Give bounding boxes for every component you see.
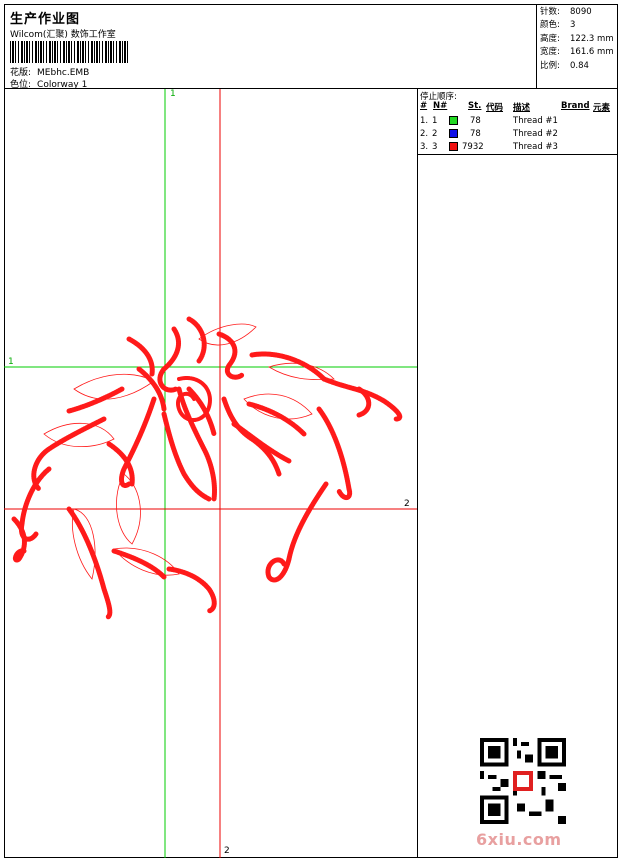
frond (166, 566, 217, 614)
stat-value: 0.84 (570, 60, 589, 71)
stat-label: 宽度: (540, 47, 560, 58)
frond (231, 421, 292, 464)
row-code: 7932 (462, 142, 484, 152)
row-num: 1. (420, 116, 429, 126)
row-num: 3. (420, 142, 429, 152)
leaf-outline (198, 323, 257, 346)
color-swatch (449, 142, 458, 151)
stat-label: 高度: (540, 33, 560, 44)
row-code: 78 (470, 116, 481, 126)
legend-row: 2. 2 78 Thread #2 (418, 128, 618, 141)
stat-colors: 颜色: 3 (540, 19, 618, 32)
legend-row: 3. 3 7932 Thread #3 (418, 141, 618, 154)
stat-label: 针数: (540, 7, 560, 17)
design-canvas: 1 1 2 2 (4, 89, 418, 858)
col-index: # (420, 101, 428, 111)
row-desc: Thread #3 (513, 142, 558, 152)
stat-width: 宽度: 161.6 mm (540, 46, 618, 59)
frond (246, 401, 307, 437)
row-needle: 1 (432, 116, 438, 126)
col-element: 元素 (593, 103, 611, 113)
stat-value: 8090 (570, 7, 592, 17)
row-code: 78 (470, 129, 481, 139)
row-num: 2. (420, 129, 429, 139)
col-needle: N# (433, 101, 448, 111)
stat-value: 3 (570, 20, 576, 31)
stat-value: 161.6 mm (570, 47, 614, 58)
page-title: 生产作业图 (10, 12, 81, 27)
frond (265, 481, 329, 583)
studio-subtitle: Wilcom(汇聚) 数饰工作室 (10, 30, 116, 40)
guide-red-vertical-label: 2 (224, 846, 230, 856)
frond (119, 396, 157, 488)
stats-panel: 针数: 8090 颜色: 3 高度: 122.3 mm 宽度: 161.6 mm 比例:… (536, 4, 618, 89)
col-desc: 描述 (513, 103, 531, 113)
color-swatch (449, 129, 458, 138)
stat-stitches: 针数: 8090 (540, 6, 618, 19)
row-needle: 3 (432, 142, 438, 152)
embroidery-design (11, 316, 403, 620)
stat-scale: 比例: 0.84 (540, 60, 618, 73)
qr-code (480, 738, 566, 824)
guide-red-horizontal-label: 2 (404, 499, 410, 509)
guide-green-horizontal-label: 1 (8, 357, 14, 367)
stat-label: 颜色: (540, 20, 560, 31)
stop-sequence-legend: 停止顺序: # N# St. 代码 描述 Brand 元素 1. 1 78 Th… (418, 89, 618, 155)
stat-value: 122.3 mm (570, 33, 614, 44)
frond (161, 411, 212, 502)
row-desc: Thread #2 (513, 129, 558, 139)
col-brand: Brand (561, 101, 590, 111)
header: 生产作业图 Wilcom(汇聚) 数饰工作室 花版: MEbhc.EMB 色位: C… (4, 4, 618, 90)
row-desc: Thread #1 (513, 116, 558, 126)
col-code: 代码 (486, 103, 504, 113)
frond (31, 416, 107, 492)
frond (186, 316, 207, 364)
stat-height: 高度: 122.3 mm (540, 33, 618, 46)
frond (157, 326, 181, 393)
frond (66, 506, 113, 620)
frond (216, 331, 245, 380)
embroidery-preview (4, 89, 417, 858)
col-st: St. (468, 101, 482, 111)
legend-row: 1. 1 78 Thread #1 (418, 115, 618, 128)
color-swatch (449, 116, 458, 125)
legend-header: # N# St. 代码 描述 Brand 元素 (418, 101, 618, 113)
stat-label: 比例: (540, 60, 560, 71)
watermark: 6xiu.com (476, 830, 562, 849)
frond (66, 386, 125, 414)
row-needle: 2 (432, 129, 438, 139)
barcode (10, 41, 128, 63)
guide-green-vertical-label: 1 (170, 89, 176, 99)
